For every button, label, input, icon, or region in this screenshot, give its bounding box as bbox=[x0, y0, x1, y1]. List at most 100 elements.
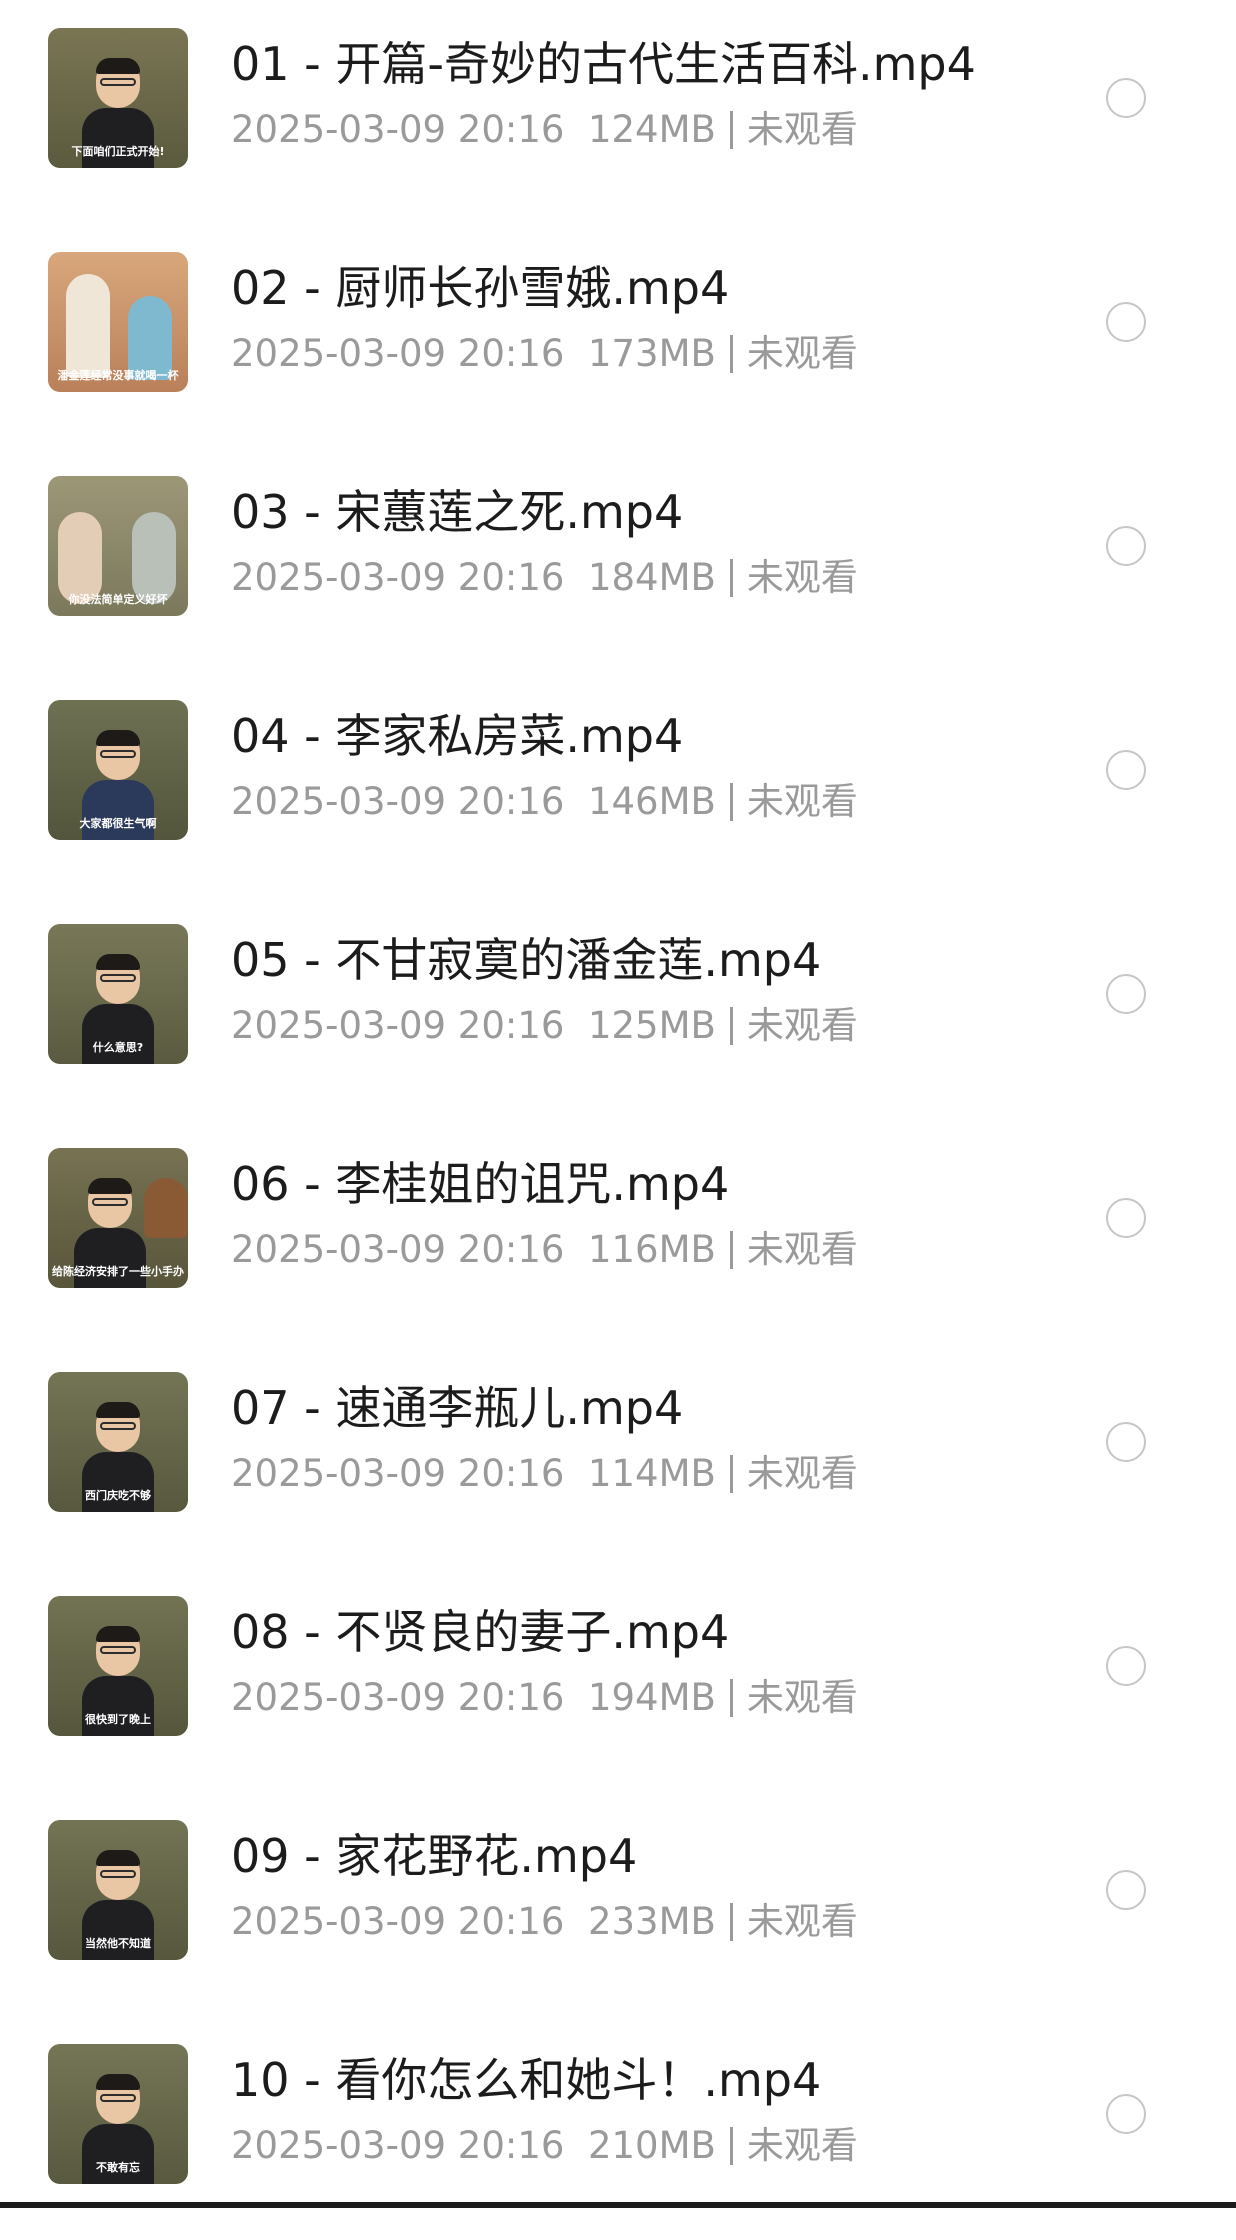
watch-status: 未观看 bbox=[746, 1676, 858, 1719]
file-title: 03 - 宋蕙莲之死.mp4 bbox=[231, 485, 684, 539]
meta-separator bbox=[729, 1679, 733, 1717]
select-radio[interactable] bbox=[1106, 78, 1146, 118]
file-meta: 2025-03-09 20:16 116MB 未观看 bbox=[231, 1226, 858, 1274]
file-title: 06 - 李桂姐的诅咒.mp4 bbox=[231, 1157, 730, 1211]
thumbnail-caption: 什么意思? bbox=[92, 1041, 144, 1054]
watch-status: 未观看 bbox=[746, 332, 858, 375]
video-thumbnail: 潘金莲经常没事就喝一杯 bbox=[48, 252, 188, 392]
file-size: 124MB bbox=[587, 108, 716, 151]
video-thumbnail: 当然他不知道 bbox=[48, 1820, 188, 1960]
file-meta: 2025-03-09 20:16 173MB 未观看 bbox=[231, 330, 858, 378]
thumbnail-caption: 下面咱们正式开始! bbox=[71, 145, 165, 158]
video-thumbnail: 不敢有忘 bbox=[48, 2044, 188, 2184]
video-thumbnail: 西门庆吃不够 bbox=[48, 1372, 188, 1512]
meta-separator bbox=[729, 1903, 733, 1941]
list-item[interactable]: 大家都很生气啊 04 - 李家私房菜.mp4 2025-03-09 20:16 … bbox=[0, 672, 1236, 896]
select-radio[interactable] bbox=[1106, 974, 1146, 1014]
file-date: 2025-03-09 20:16 bbox=[231, 332, 565, 375]
video-thumbnail: 你没法简单定义好坏 bbox=[48, 476, 188, 616]
video-thumbnail: 很快到了晚上 bbox=[48, 1596, 188, 1736]
meta-separator bbox=[729, 2127, 733, 2165]
select-radio[interactable] bbox=[1106, 526, 1146, 566]
select-radio[interactable] bbox=[1106, 1198, 1146, 1238]
file-meta: 2025-03-09 20:16 125MB 未观看 bbox=[231, 1002, 858, 1050]
meta-separator bbox=[729, 783, 733, 821]
watch-status: 未观看 bbox=[746, 780, 858, 823]
file-date: 2025-03-09 20:16 bbox=[231, 1676, 565, 1719]
meta-separator bbox=[729, 335, 733, 373]
file-size: 184MB bbox=[587, 556, 716, 599]
list-item[interactable]: 很快到了晚上 08 - 不贤良的妻子.mp4 2025-03-09 20:16 … bbox=[0, 1568, 1236, 1792]
file-size: 114MB bbox=[587, 1452, 716, 1495]
video-thumbnail: 下面咱们正式开始! bbox=[48, 28, 188, 168]
file-size: 116MB bbox=[587, 1228, 716, 1271]
file-title: 04 - 李家私房菜.mp4 bbox=[231, 709, 684, 763]
file-list: 下面咱们正式开始! 01 - 开篇-奇妙的古代生活百科.mp4 2025-03-… bbox=[0, 0, 1236, 2208]
file-title: 10 - 看你怎么和她斗！.mp4 bbox=[231, 2053, 822, 2107]
file-meta: 2025-03-09 20:16 184MB 未观看 bbox=[231, 554, 858, 602]
file-date: 2025-03-09 20:16 bbox=[231, 1452, 565, 1495]
watch-status: 未观看 bbox=[746, 1452, 858, 1495]
thumbnail-caption: 潘金莲经常没事就喝一杯 bbox=[57, 369, 179, 382]
file-date: 2025-03-09 20:16 bbox=[231, 1228, 565, 1271]
file-title: 02 - 厨师长孙雪娥.mp4 bbox=[231, 261, 730, 315]
list-item[interactable]: 当然他不知道 09 - 家花野花.mp4 2025-03-09 20:16 23… bbox=[0, 1792, 1236, 2016]
watch-status: 未观看 bbox=[746, 1004, 858, 1047]
file-meta: 2025-03-09 20:16 124MB 未观看 bbox=[231, 106, 858, 154]
watch-status: 未观看 bbox=[746, 1228, 858, 1271]
file-meta: 2025-03-09 20:16 114MB 未观看 bbox=[231, 1450, 858, 1498]
file-date: 2025-03-09 20:16 bbox=[231, 1004, 565, 1047]
file-title: 08 - 不贤良的妻子.mp4 bbox=[231, 1605, 730, 1659]
file-size: 233MB bbox=[587, 1900, 716, 1943]
meta-separator bbox=[729, 1455, 733, 1493]
file-size: 210MB bbox=[587, 2124, 716, 2167]
list-item[interactable]: 潘金莲经常没事就喝一杯 02 - 厨师长孙雪娥.mp4 2025-03-09 2… bbox=[0, 224, 1236, 448]
thumbnail-caption: 很快到了晚上 bbox=[85, 1713, 151, 1726]
video-thumbnail: 什么意思? bbox=[48, 924, 188, 1064]
select-radio[interactable] bbox=[1106, 2094, 1146, 2134]
select-radio[interactable] bbox=[1106, 1646, 1146, 1686]
meta-separator bbox=[729, 1007, 733, 1045]
select-radio[interactable] bbox=[1106, 1422, 1146, 1462]
video-thumbnail: 给陈经济安排了一些小手办 bbox=[48, 1148, 188, 1288]
thumbnail-caption: 不敢有忘 bbox=[96, 2161, 140, 2174]
file-size: 125MB bbox=[587, 1004, 716, 1047]
file-title: 09 - 家花野花.mp4 bbox=[231, 1829, 638, 1883]
file-title: 07 - 速通李瓶儿.mp4 bbox=[231, 1381, 684, 1435]
meta-separator bbox=[729, 111, 733, 149]
file-date: 2025-03-09 20:16 bbox=[231, 108, 565, 151]
file-date: 2025-03-09 20:16 bbox=[231, 780, 565, 823]
file-date: 2025-03-09 20:16 bbox=[231, 556, 565, 599]
file-title: 05 - 不甘寂寞的潘金莲.mp4 bbox=[231, 933, 822, 987]
watch-status: 未观看 bbox=[746, 556, 858, 599]
thumbnail-caption: 当然他不知道 bbox=[85, 1937, 151, 1950]
file-title: 01 - 开篇-奇妙的古代生活百科.mp4 bbox=[231, 37, 976, 91]
list-item[interactable]: 西门庆吃不够 07 - 速通李瓶儿.mp4 2025-03-09 20:16 1… bbox=[0, 1344, 1236, 1568]
file-size: 194MB bbox=[587, 1676, 716, 1719]
file-size: 146MB bbox=[587, 780, 716, 823]
meta-separator bbox=[729, 1231, 733, 1269]
file-meta: 2025-03-09 20:16 146MB 未观看 bbox=[231, 778, 858, 826]
watch-status: 未观看 bbox=[746, 2124, 858, 2167]
file-meta: 2025-03-09 20:16 194MB 未观看 bbox=[231, 1674, 858, 1722]
file-date: 2025-03-09 20:16 bbox=[231, 2124, 565, 2167]
list-item[interactable]: 你没法简单定义好坏 03 - 宋蕙莲之死.mp4 2025-03-09 20:1… bbox=[0, 448, 1236, 672]
thumbnail-caption: 大家都很生气啊 bbox=[79, 817, 157, 830]
file-meta: 2025-03-09 20:16 233MB 未观看 bbox=[231, 1898, 858, 1946]
list-item[interactable]: 下面咱们正式开始! 01 - 开篇-奇妙的古代生活百科.mp4 2025-03-… bbox=[0, 0, 1236, 224]
file-meta: 2025-03-09 20:16 210MB 未观看 bbox=[231, 2122, 858, 2170]
list-item[interactable]: 给陈经济安排了一些小手办 06 - 李桂姐的诅咒.mp4 2025-03-09 … bbox=[0, 1120, 1236, 1344]
file-size: 173MB bbox=[587, 332, 716, 375]
watch-status: 未观看 bbox=[746, 1900, 858, 1943]
bottom-edge-bar bbox=[0, 2202, 1236, 2208]
select-radio[interactable] bbox=[1106, 1870, 1146, 1910]
watch-status: 未观看 bbox=[746, 108, 858, 151]
list-item[interactable]: 什么意思? 05 - 不甘寂寞的潘金莲.mp4 2025-03-09 20:16… bbox=[0, 896, 1236, 1120]
thumbnail-caption: 西门庆吃不够 bbox=[85, 1489, 151, 1502]
thumbnail-caption: 给陈经济安排了一些小手办 bbox=[52, 1265, 184, 1278]
select-radio[interactable] bbox=[1106, 750, 1146, 790]
select-radio[interactable] bbox=[1106, 302, 1146, 342]
file-date: 2025-03-09 20:16 bbox=[231, 1900, 565, 1943]
meta-separator bbox=[729, 559, 733, 597]
video-thumbnail: 大家都很生气啊 bbox=[48, 700, 188, 840]
